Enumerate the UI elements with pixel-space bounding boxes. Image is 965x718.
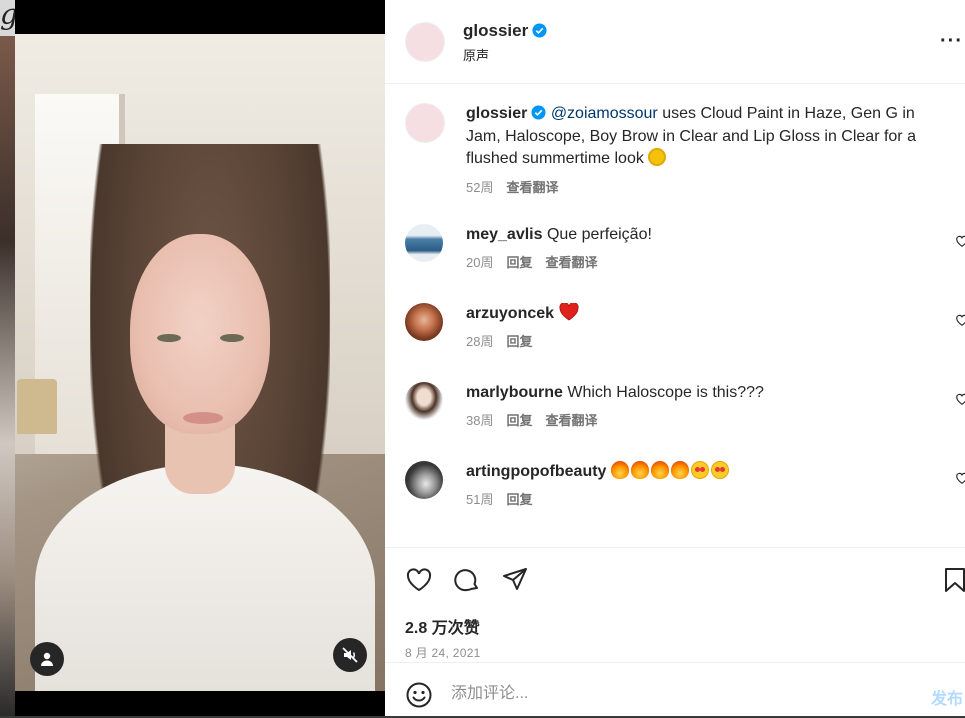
fire-emoji-icon — [610, 461, 629, 479]
comment-like-icon[interactable] — [955, 234, 965, 248]
comment-time[interactable]: 38周 — [466, 413, 493, 428]
heart-eyes-emoji-icon — [710, 461, 729, 479]
tagged-user-button[interactable] — [30, 642, 64, 676]
add-comment-bar: 发布 — [385, 662, 965, 718]
caption-mention[interactable]: @zoiamossour — [551, 105, 658, 122]
comment-meta: 38周 回复 查看翻译 — [466, 410, 936, 432]
comment-meta: 51周 回复 — [466, 489, 936, 511]
commenter-username[interactable]: artingpopofbeauty — [466, 463, 606, 480]
comment-body: artingpopofbeauty 51周 回复 — [466, 461, 936, 511]
commenter-avatar[interactable] — [405, 382, 443, 420]
post-comment-button[interactable]: 发布 — [931, 685, 963, 709]
comment-bubble-icon[interactable] — [453, 566, 481, 594]
backdrop-logo: g — [0, 0, 15, 36]
fire-emoji-icon — [630, 461, 649, 479]
caption-translate-link[interactable]: 查看翻译 — [506, 180, 558, 195]
comment-meta: 20周 回复 查看翻译 — [466, 252, 936, 274]
user-icon — [41, 652, 53, 666]
post-detail-panel: glossier 原声 ··· glossier @zoiamossour us… — [385, 0, 965, 716]
reply-button[interactable]: 回复 — [506, 413, 532, 428]
post-date[interactable]: 8 月 24, 2021 — [405, 644, 481, 661]
more-options-button[interactable]: ··· — [940, 30, 963, 53]
author-avatar[interactable] — [405, 22, 445, 62]
red-heart-emoji-icon — [558, 303, 579, 321]
comment-body: marlybourne Which Haloscope is this??? 3… — [466, 382, 936, 432]
comment-text: Que perfeição! — [542, 226, 652, 243]
reply-button[interactable]: 回复 — [506, 255, 532, 270]
left-eye — [157, 334, 181, 342]
reply-button[interactable]: 回复 — [506, 334, 532, 349]
comment-input[interactable] — [451, 681, 911, 707]
white-shirt — [35, 464, 375, 691]
commenter-avatar[interactable] — [405, 303, 443, 341]
post-header: glossier 原声 ··· — [385, 0, 965, 84]
backdrop-image-strip — [0, 36, 15, 716]
lamp — [17, 379, 57, 434]
author-username[interactable]: glossier — [463, 21, 528, 40]
commenter-username[interactable]: arzuyoncek — [466, 305, 554, 322]
caption-avatar[interactable] — [405, 103, 445, 143]
caption-username[interactable]: glossier — [466, 105, 527, 122]
commenter-username[interactable]: mey_avlis — [466, 226, 543, 243]
fire-emoji-icon — [650, 461, 669, 479]
audio-label[interactable]: 原声 — [463, 45, 489, 64]
face — [130, 234, 270, 434]
lips — [183, 412, 223, 424]
comment-text: Which Haloscope is this??? — [562, 384, 764, 401]
comment-time[interactable]: 51周 — [466, 492, 493, 507]
verified-badge-icon — [532, 23, 547, 38]
author-name-row: glossier — [463, 21, 547, 41]
speaker-muted-icon — [342, 647, 358, 663]
caption-body: glossier @zoiamossour uses Cloud Paint i… — [466, 103, 936, 199]
comment-body: arzuyoncek 28周 回复 — [466, 303, 936, 353]
comment-meta: 28周 回复 — [466, 331, 936, 353]
commenter-avatar[interactable] — [405, 224, 443, 262]
background-page: g — [0, 0, 15, 716]
like-heart-icon[interactable] — [405, 566, 433, 594]
save-bookmark-icon[interactable] — [941, 566, 965, 594]
comments-scroll-area[interactable]: glossier @zoiamossour uses Cloud Paint i… — [385, 85, 965, 545]
fire-emoji-icon — [670, 461, 689, 479]
emoji-picker-icon[interactable] — [405, 681, 433, 709]
post-media[interactable] — [15, 0, 385, 716]
reply-button[interactable]: 回复 — [506, 492, 532, 507]
comment-like-icon[interactable] — [955, 313, 965, 327]
likes-count[interactable]: 2.8 万次赞 — [405, 614, 480, 638]
comment-body: mey_avlis Que perfeição! 20周 回复 查看翻译 — [466, 224, 936, 274]
neck — [165, 424, 235, 494]
verified-badge-icon — [531, 105, 546, 120]
comment-time[interactable]: 28周 — [466, 334, 493, 349]
heart-eyes-emoji-icon — [690, 461, 709, 479]
share-paper-plane-icon[interactable] — [501, 566, 529, 594]
caption-meta: 52周 查看翻译 — [466, 177, 936, 200]
post-video-frame[interactable] — [15, 34, 385, 691]
comment-time[interactable]: 20周 — [466, 255, 493, 270]
commenter-avatar[interactable] — [405, 461, 443, 499]
comment-like-icon[interactable] — [955, 392, 965, 406]
caption-time[interactable]: 52周 — [466, 180, 493, 195]
translate-link[interactable]: 查看翻译 — [545, 255, 597, 270]
comment-like-icon[interactable] — [955, 471, 965, 485]
commenter-username[interactable]: marlybourne — [466, 384, 563, 401]
mute-toggle-button[interactable] — [333, 638, 367, 672]
post-actions: 2.8 万次赞 8 月 24, 2021 发布 — [385, 547, 965, 717]
sun-emoji-icon — [648, 148, 667, 166]
right-eye — [220, 334, 244, 342]
translate-link[interactable]: 查看翻译 — [545, 413, 597, 428]
